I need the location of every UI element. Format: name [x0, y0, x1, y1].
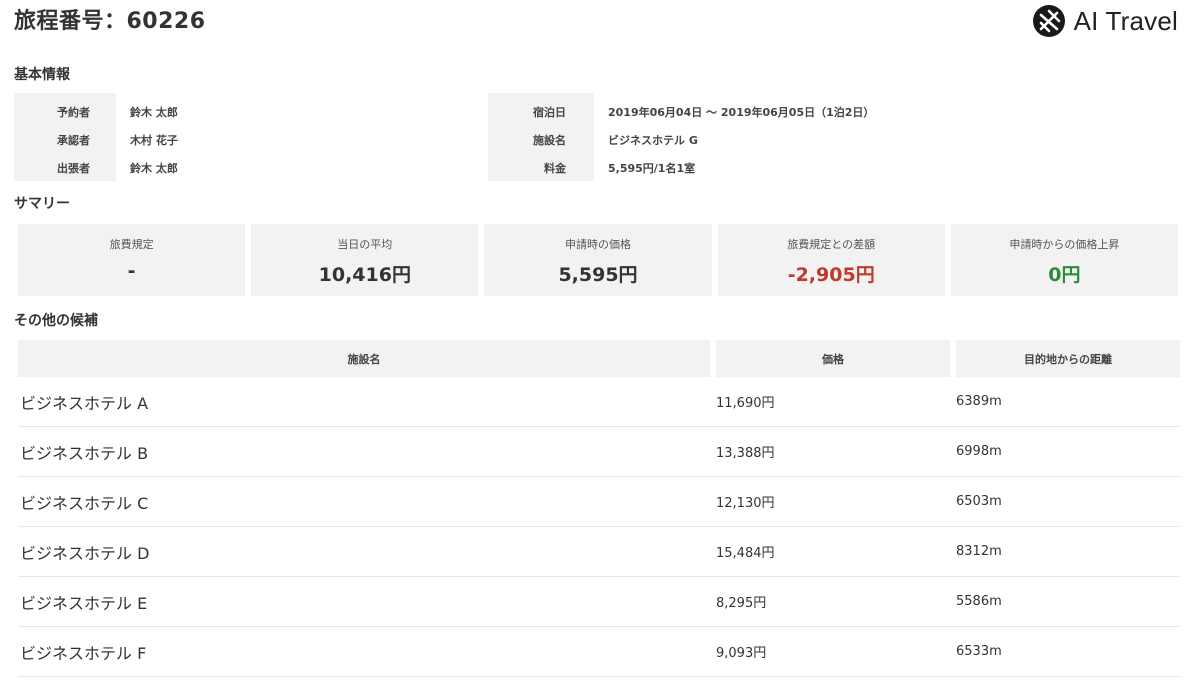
hotel-name: ビジネスホテル E	[20, 593, 148, 613]
column-header-distance: 目的地からの距離	[956, 340, 1180, 377]
page-title: 旅程番号：60226	[14, 9, 206, 34]
table-row[interactable]: ビジネスホテル F 9,093円 6533m	[18, 627, 1180, 677]
summary-card-policy: 旅費規定 -	[18, 224, 246, 296]
fee-label: 料金	[544, 162, 566, 175]
hotel-price: 12,130円	[716, 496, 775, 511]
summary-label: 旅費規定	[109, 238, 154, 251]
traveler-value: 鈴木 太郎	[130, 162, 178, 175]
hotel-name: ビジネスホテル F	[20, 643, 147, 663]
candidates-table: 施設名 価格 目的地からの距離 ビジネスホテル A 11,690円 6389m …	[18, 340, 1180, 677]
approver-label: 承認者	[57, 134, 90, 147]
hotel-distance: 6998m	[956, 444, 1002, 459]
hotel-name: ビジネスホテル A	[20, 393, 149, 413]
approver-value: 木村 花子	[130, 134, 178, 147]
summary-value: 0円	[1048, 264, 1081, 286]
basic-info-left: 予約者 承認者 出張者 鈴木 太郎 木村 花子 鈴木 太郎	[14, 93, 466, 181]
logo-text: AI Travel	[1073, 5, 1178, 36]
summary-value: 5,595円	[558, 264, 638, 286]
table-row[interactable]: ビジネスホテル B 13,388円 6998m	[18, 427, 1180, 477]
candidates-title: その他の候補	[14, 313, 98, 329]
hotel-distance: 6533m	[956, 644, 1002, 659]
hotel-price: 13,388円	[716, 446, 775, 461]
table-row[interactable]: ビジネスホテル D 15,484円 8312m	[18, 527, 1180, 577]
table-header: 施設名 価格 目的地からの距離	[18, 340, 1180, 377]
hotel-distance: 5586m	[956, 594, 1002, 609]
stay-date-label: 宿泊日	[533, 106, 566, 119]
hotel-name: ビジネスホテル D	[20, 543, 150, 563]
traveler-label: 出張者	[57, 162, 90, 175]
column-header-price: 価格	[716, 340, 950, 377]
summary-label: 当日の平均	[337, 238, 393, 251]
summary-card-policy-diff: 旅費規定との差額 -2,905円	[717, 224, 945, 296]
summary-cards: 旅費規定 - 当日の平均 10,416円 申請時の価格 5,595円 旅費規定と…	[18, 224, 1179, 296]
hotel-distance: 8312m	[956, 544, 1002, 559]
table-row[interactable]: ビジネスホテル E 8,295円 5586m	[18, 577, 1180, 627]
summary-label: 申請時の価格	[565, 238, 631, 251]
table-row[interactable]: ビジネスホテル A 11,690円 6389m	[18, 377, 1180, 427]
hotel-name: ビジネスホテル B	[20, 443, 149, 463]
summary-value: -	[127, 260, 136, 282]
hotel-price: 8,295円	[716, 596, 767, 611]
summary-card-price-increase: 申請時からの価格上昇 0円	[950, 224, 1179, 296]
basic-info-right: 宿泊日 施設名 料金 2019年06月04日 〜 2019年06月05日（1泊2…	[488, 93, 918, 181]
summary-card-applied-price: 申請時の価格 5,595円	[484, 224, 712, 296]
summary-label: 申請時からの価格上昇	[1009, 238, 1120, 251]
hotel-price: 11,690円	[716, 396, 775, 411]
column-header-facility: 施設名	[18, 340, 710, 377]
booker-value: 鈴木 太郎	[130, 106, 178, 119]
hotel-distance: 6503m	[956, 494, 1002, 509]
brand-logo: AI Travel	[1032, 4, 1178, 38]
stay-date-value: 2019年06月04日 〜 2019年06月05日（1泊2日）	[608, 106, 875, 119]
hotel-name: ビジネスホテル C	[20, 493, 149, 513]
summary-label: 旅費規定との差額	[787, 238, 876, 251]
summary-value: 10,416円	[318, 264, 411, 286]
hotel-price: 15,484円	[716, 546, 775, 561]
hotel-price: 9,093円	[716, 646, 767, 661]
fee-value: 5,595円/1名1室	[608, 162, 696, 175]
booker-label: 予約者	[57, 106, 90, 119]
table-row[interactable]: ビジネスホテル C 12,130円 6503m	[18, 477, 1180, 527]
summary-title: サマリー	[14, 196, 70, 212]
basic-info-title: 基本情報	[14, 67, 70, 83]
summary-value: -2,905円	[787, 264, 875, 286]
facility-value: ビジネスホテル G	[608, 134, 698, 147]
facility-label: 施設名	[533, 134, 566, 147]
hotel-distance: 6389m	[956, 394, 1002, 409]
ai-travel-logo-icon	[1032, 5, 1065, 37]
summary-card-average: 当日の平均 10,416円	[251, 224, 479, 296]
